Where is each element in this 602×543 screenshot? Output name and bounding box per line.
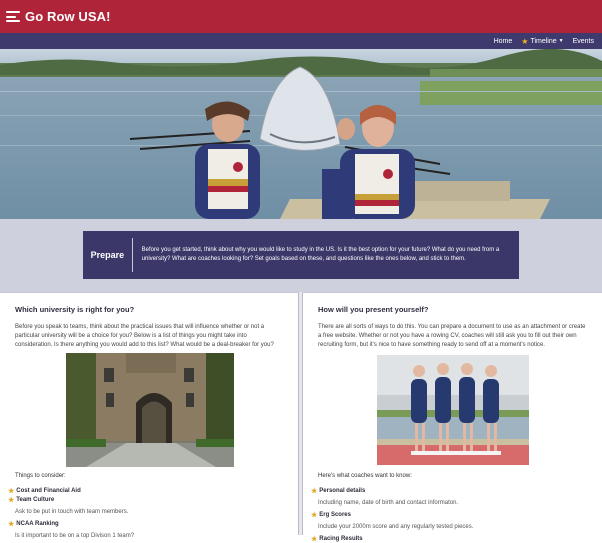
list-item-label: NCAA Ranking [16, 520, 59, 527]
university-intro: Before you speak to teams, think about t… [15, 324, 274, 348]
considerations-list: ★ Cost and Financial Aid ★ Team Culture … [8, 486, 134, 543]
nav-home-link[interactable]: Home [494, 38, 513, 45]
site-brand[interactable]: Go Row USA! [25, 9, 111, 24]
prepare-banner: Prepare Before you get started, think ab… [83, 231, 519, 279]
team-rowers-photo [377, 355, 529, 465]
coaches-want-list: ★ Personal details Including name, date … [311, 486, 473, 543]
star-icon: ★ [311, 535, 318, 543]
prepare-title: Prepare [83, 238, 133, 272]
list-item-detail: Ask to be put in touch with team members… [15, 508, 129, 515]
team-illustration [377, 355, 529, 465]
hero-rowers-image [0, 49, 602, 219]
caret-down-icon: ▼ [558, 38, 564, 44]
list-item: ★ Cost and Financial Aid [8, 486, 134, 495]
campus-archway-photo [66, 353, 234, 467]
list-item: ★ NCAA Ranking [8, 519, 134, 528]
prepare-section: Prepare Before you get started, think ab… [0, 219, 602, 292]
presentation-column: How will you present yourself? There are… [302, 292, 602, 543]
list-item-detail: Is it important to be on a top Divison 1… [15, 532, 135, 539]
nav-bar: Home ★ Timeline ▼ Events [0, 33, 602, 49]
list-item-label: Erg Scores [319, 511, 351, 518]
star-icon: ★ [311, 511, 318, 519]
list-item-detail: Include your 2000m score and any regular… [318, 523, 474, 530]
list-item: ★ Personal details [311, 486, 473, 495]
university-choice-column: Which university is right for you? Befor… [0, 292, 299, 539]
list-item-detail: Including name, date of birth and contac… [318, 499, 459, 506]
university-heading: Which university is right for you? [15, 305, 135, 314]
star-icon: ★ [8, 487, 15, 495]
campus-illustration [66, 353, 234, 467]
hamburger-menu-icon[interactable] [6, 11, 20, 22]
list-item-label: Team Culture [16, 496, 55, 503]
top-bar: Go Row USA! [0, 0, 602, 33]
list-item-label: Cost and Financial Aid [16, 487, 81, 494]
nav-timeline-label: Timeline [530, 37, 557, 45]
prepare-text: Before you get started, think about why … [141, 247, 500, 262]
list-item: ★ Erg Scores [311, 510, 473, 519]
star-icon: ★ [8, 496, 15, 504]
nav-events-link[interactable]: Events [573, 38, 594, 45]
star-icon: ★ [521, 36, 529, 46]
nav-timeline-dropdown[interactable]: ★ Timeline ▼ [521, 37, 563, 46]
considerations-title: Things to consider: [15, 473, 66, 479]
list-item: ★ Team Culture [8, 495, 134, 504]
list-item: ★ Racing Results [311, 534, 473, 543]
presentation-intro: There are all sorts of ways to do this. … [318, 324, 586, 348]
star-icon: ★ [311, 487, 318, 495]
list-item-label: Personal details [319, 487, 366, 494]
hero-illustration [0, 49, 602, 219]
coaches-want-title: Here's what coaches want to know: [318, 473, 412, 479]
presentation-heading: How will you present yourself? [318, 305, 429, 314]
list-item-label: Racing Results [319, 535, 363, 542]
star-icon: ★ [8, 520, 15, 528]
